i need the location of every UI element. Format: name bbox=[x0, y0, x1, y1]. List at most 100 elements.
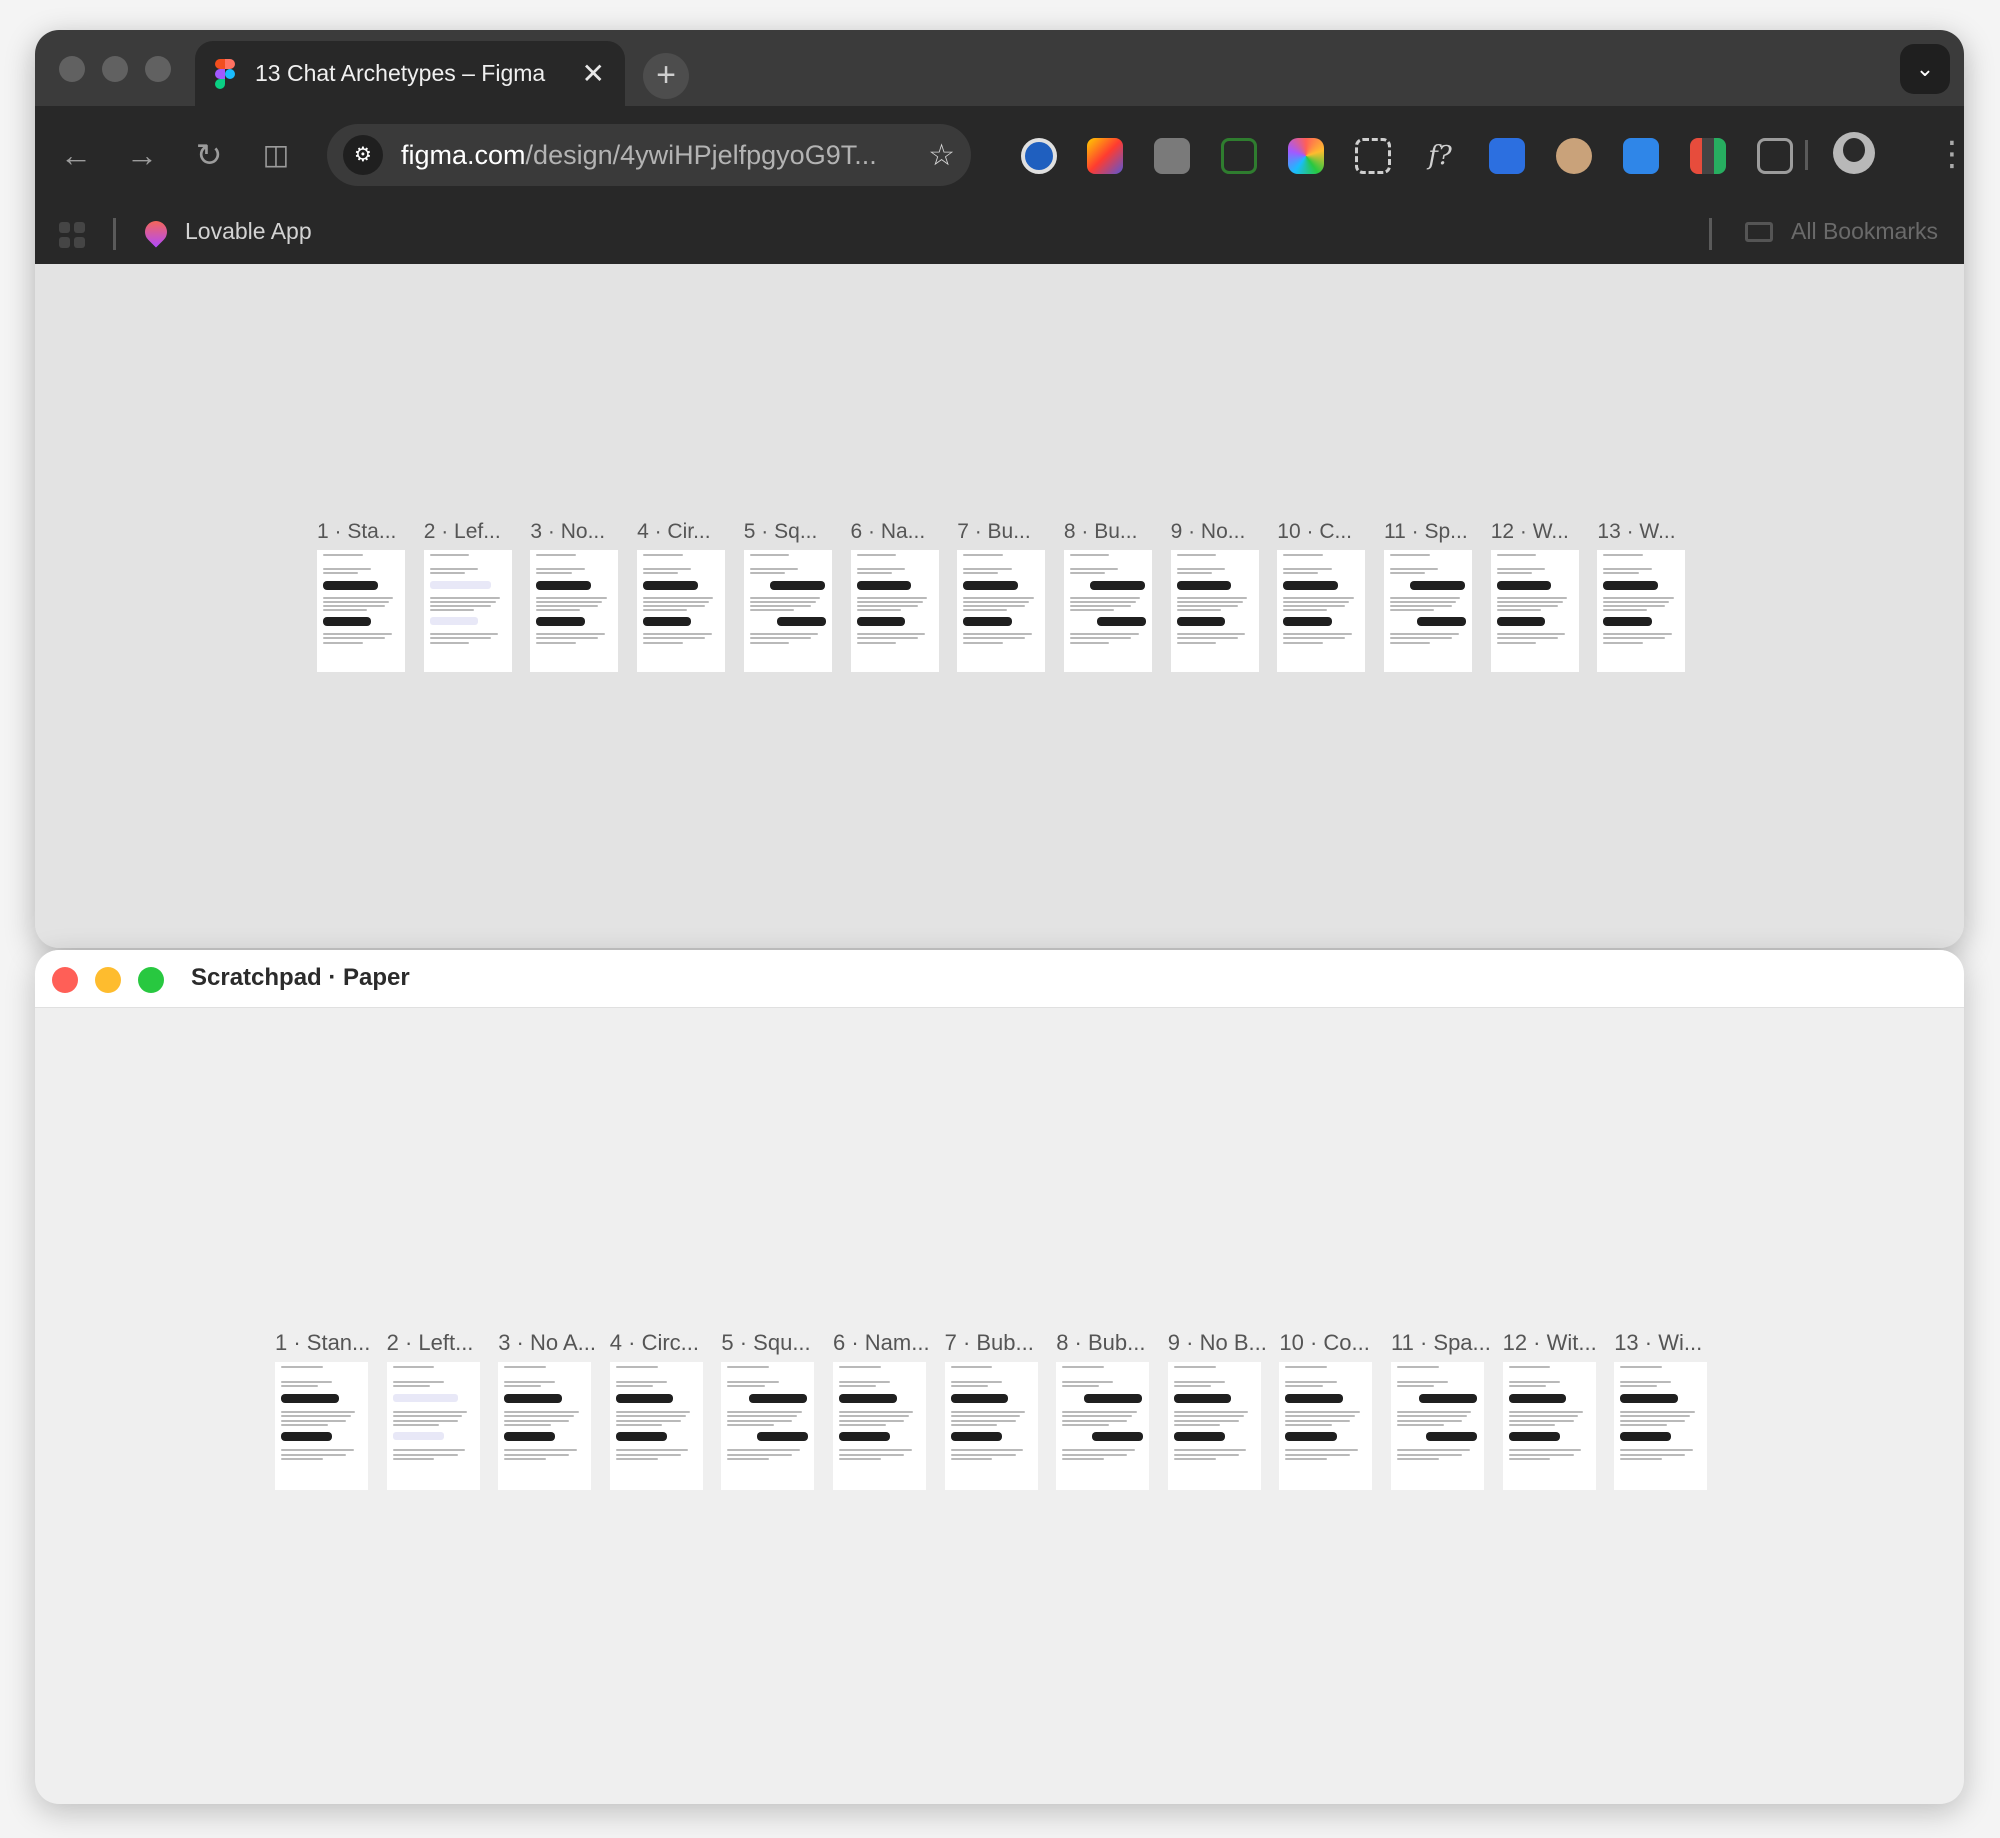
paper-window: Scratchpad · Paper 1 · Stan... 2 · Left..… bbox=[35, 950, 1964, 1804]
frame-label[interactable]: 1 · Stan... bbox=[275, 1330, 383, 1356]
frame-preview bbox=[1056, 1362, 1150, 1490]
font-identifier-icon[interactable]: f? bbox=[1422, 138, 1458, 174]
frame-preview bbox=[1167, 1362, 1261, 1490]
frame-label[interactable]: 1 · Sta... bbox=[317, 520, 420, 544]
frame-preview bbox=[498, 1362, 592, 1490]
frame-preview bbox=[275, 1362, 368, 1490]
paper-window-title: Scratchpad · Paper bbox=[191, 964, 410, 991]
bookmarks-bar: Lovable App All Bookmarks bbox=[35, 206, 1964, 264]
frame-label[interactable]: 10 · Co... bbox=[1279, 1330, 1387, 1356]
frame-preview bbox=[850, 550, 939, 672]
frame-preview bbox=[743, 550, 832, 672]
lovable-heart-icon bbox=[140, 215, 172, 248]
puzzle-icon[interactable] bbox=[1757, 138, 1793, 174]
frame-preview bbox=[1391, 1362, 1484, 1490]
frame-preview bbox=[1490, 550, 1579, 672]
bookmark-lovable-app[interactable]: Lovable App bbox=[140, 215, 312, 248]
frame-preview bbox=[721, 1362, 815, 1490]
design-tool-icon[interactable] bbox=[1690, 138, 1726, 174]
password-manager-icon[interactable] bbox=[1021, 138, 1057, 174]
paper-maximize-button[interactable] bbox=[138, 967, 164, 993]
bookmark-label: Lovable App bbox=[185, 218, 312, 244]
tab-title: 13 Chat Archetypes – Figma bbox=[255, 60, 546, 86]
camera-icon[interactable] bbox=[1154, 138, 1190, 174]
frame-label[interactable]: 6 · Nam... bbox=[833, 1330, 941, 1356]
frame-label[interactable]: 13 · Wi... bbox=[1614, 1330, 1722, 1356]
frame-label[interactable]: 11 · Sp... bbox=[1384, 520, 1487, 544]
frame-label[interactable]: 7 · Bu... bbox=[957, 520, 1060, 544]
frame-label[interactable]: 5 · Sq... bbox=[744, 520, 847, 544]
tab-close-icon[interactable]: ✕ bbox=[582, 59, 605, 88]
kebab-icon[interactable]: ⋮ bbox=[1935, 134, 1964, 174]
frame-label[interactable]: 2 · Left... bbox=[387, 1330, 495, 1356]
bookmarks-divider-right bbox=[1709, 218, 1712, 250]
frame-label[interactable]: 4 · Circ... bbox=[610, 1330, 718, 1356]
screen-capture-icon[interactable] bbox=[1221, 138, 1257, 174]
frame-label[interactable]: 9 · No... bbox=[1171, 520, 1274, 544]
crop-icon[interactable] bbox=[1355, 138, 1391, 174]
address-bar[interactable]: ⚙ figma.com/design/4ywiHPjelfpgyoG9T... … bbox=[327, 124, 971, 186]
frame-preview bbox=[609, 1362, 703, 1490]
figma-icon bbox=[215, 58, 235, 89]
browser-toolbar: ← → ↻ ◫ ⚙ figma.com/design/4ywiHPjelfpgy… bbox=[35, 106, 1964, 206]
arrow-left-icon[interactable]: ← bbox=[51, 130, 101, 180]
frame-label[interactable]: 8 · Bub... bbox=[1056, 1330, 1164, 1356]
frame-preview bbox=[1384, 550, 1472, 672]
tab-search-chevron-icon[interactable]: ⌄ bbox=[1900, 44, 1950, 94]
frame-preview bbox=[1614, 1362, 1708, 1490]
frame-preview bbox=[317, 550, 405, 672]
reload-icon[interactable]: ↻ bbox=[184, 130, 234, 180]
toolbar-divider bbox=[1805, 140, 1808, 170]
glasses-icon[interactable] bbox=[1556, 138, 1592, 174]
frame-label[interactable]: 10 · C... bbox=[1277, 520, 1380, 544]
frame-label[interactable]: 6 · Na... bbox=[851, 520, 954, 544]
window-minimize-button[interactable] bbox=[102, 56, 128, 82]
frame-label[interactable]: 11 · Spa... bbox=[1391, 1330, 1499, 1356]
frame-preview bbox=[957, 550, 1046, 672]
frame-preview bbox=[1279, 1362, 1373, 1490]
folder-icon bbox=[1745, 221, 1774, 242]
star-icon[interactable]: ☆ bbox=[928, 138, 955, 173]
frame-preview bbox=[1170, 550, 1259, 672]
frame-preview bbox=[637, 550, 726, 672]
frame-label[interactable]: 8 · Bu... bbox=[1064, 520, 1167, 544]
frame-label[interactable]: 7 · Bub... bbox=[945, 1330, 1053, 1356]
snowflake-icon[interactable] bbox=[1489, 138, 1525, 174]
frame-label[interactable]: 9 · No B... bbox=[1168, 1330, 1276, 1356]
frame-label[interactable]: 12 · W... bbox=[1491, 520, 1594, 544]
new-tab-button[interactable]: + bbox=[643, 53, 689, 99]
color-extension-icon[interactable] bbox=[1087, 138, 1123, 174]
figma-canvas[interactable]: 1 · Sta... 2 · Lef... 3 · No... 4 · Cir... 5… bbox=[35, 264, 1964, 948]
window-maximize-button[interactable] bbox=[145, 56, 171, 82]
split-view-icon[interactable]: ◫ bbox=[251, 130, 301, 180]
paper-canvas[interactable]: 1 · Stan... 2 · Left... 3 · No A... 4 · Cir… bbox=[35, 1008, 1964, 1804]
frame-label[interactable]: 5 · Squ... bbox=[721, 1330, 829, 1356]
frame-label[interactable]: 3 · No A... bbox=[498, 1330, 606, 1356]
browser-window: 13 Chat Archetypes – Figma ✕ + ⌄ ← → ↻ ◫… bbox=[35, 30, 1964, 948]
frame-label[interactable]: 2 · Lef... bbox=[424, 520, 527, 544]
frame-preview bbox=[1277, 550, 1366, 672]
apps-grid-icon[interactable] bbox=[59, 222, 85, 248]
all-bookmarks-button[interactable]: All Bookmarks bbox=[1745, 218, 1938, 245]
frame-label[interactable]: 4 · Cir... bbox=[637, 520, 740, 544]
frame-label[interactable]: 12 · Wit... bbox=[1503, 1330, 1611, 1356]
url-text[interactable]: figma.com/design/4ywiHPjelfpgyoG9T... bbox=[401, 140, 916, 171]
frame-preview bbox=[833, 1362, 926, 1490]
frame-preview bbox=[530, 550, 619, 672]
frame-preview bbox=[1502, 1362, 1596, 1490]
avatar[interactable] bbox=[1833, 132, 1875, 174]
window-close-button[interactable] bbox=[59, 56, 85, 82]
arrow-right-icon[interactable]: → bbox=[117, 130, 167, 180]
color-picker-icon[interactable] bbox=[1288, 138, 1324, 174]
frame-preview bbox=[1597, 550, 1686, 672]
frame-label[interactable]: 3 · No... bbox=[530, 520, 633, 544]
tune-icon[interactable]: ⚙ bbox=[343, 135, 383, 175]
all-bookmarks-label: All Bookmarks bbox=[1791, 218, 1938, 244]
frame-label[interactable]: 13 · W... bbox=[1597, 520, 1700, 544]
download-icon[interactable] bbox=[1623, 138, 1659, 174]
paper-minimize-button[interactable] bbox=[95, 967, 121, 993]
paper-close-button[interactable] bbox=[52, 967, 78, 993]
tab-strip: 13 Chat Archetypes – Figma ✕ + ⌄ bbox=[35, 30, 1964, 106]
paper-titlebar: Scratchpad · Paper bbox=[35, 950, 1964, 1008]
tab-figma[interactable]: 13 Chat Archetypes – Figma ✕ bbox=[195, 41, 625, 106]
